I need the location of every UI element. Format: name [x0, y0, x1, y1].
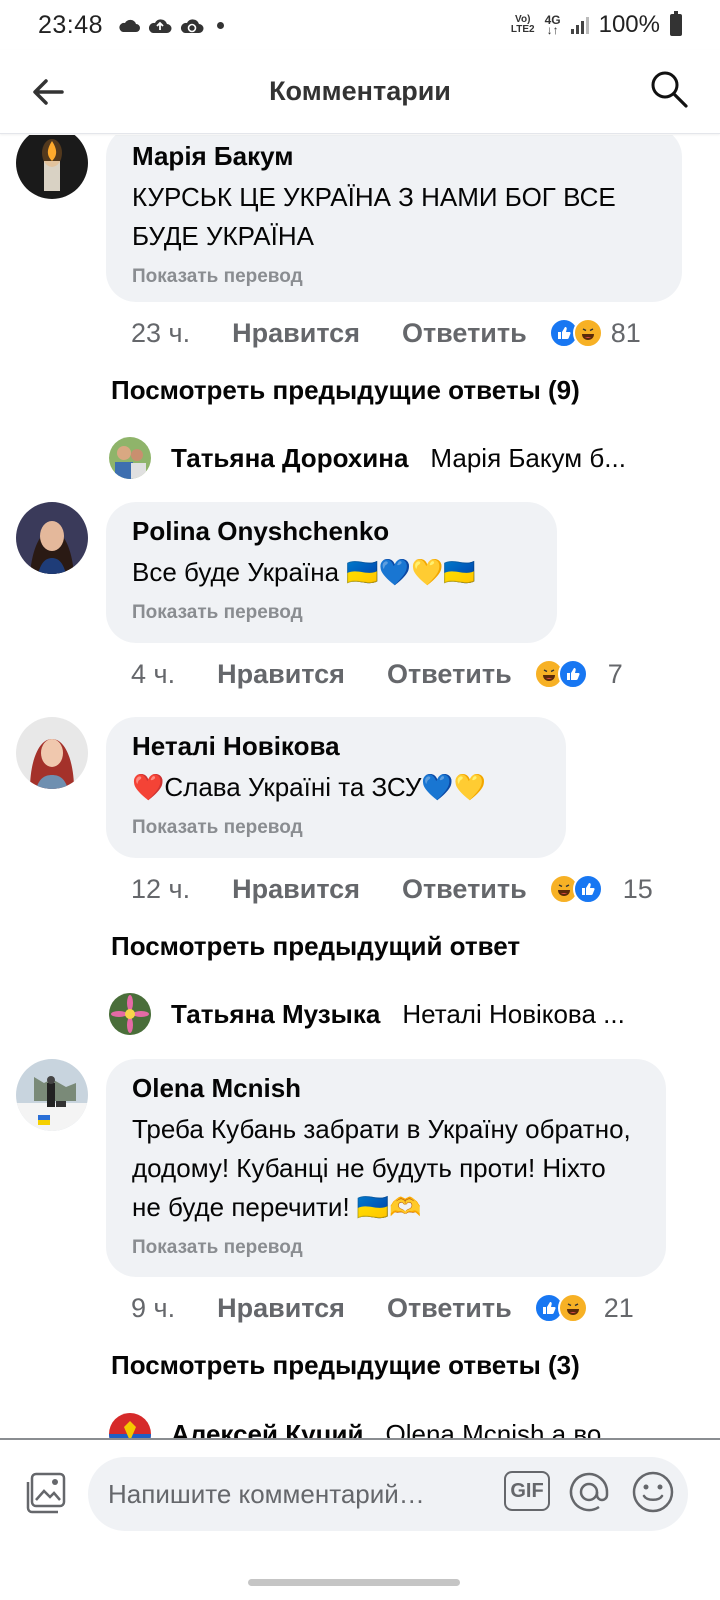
- comment-bubble[interactable]: Неталі Новікова ❤️Слава Україні та ЗСУ💙💛…: [106, 717, 566, 858]
- reactions-summary[interactable]: 21: [533, 1292, 634, 1324]
- top-app-bar: Комментарии: [0, 50, 720, 134]
- comment-input[interactable]: Напишите комментарий… GIF: [88, 1457, 688, 1531]
- haha-reaction-icon: [572, 318, 603, 348]
- avatar: [109, 1413, 151, 1440]
- avatar: [109, 993, 151, 1035]
- photo-gallery-icon[interactable]: [22, 1470, 68, 1516]
- comment-time: 4 ч.: [131, 658, 176, 689]
- battery-icon: [670, 11, 682, 36]
- reaction-count: 81: [610, 317, 641, 348]
- comment-text: Треба Кубань забрати в Україну обратно, …: [132, 1114, 631, 1222]
- show-translation-link[interactable]: Показать перевод: [132, 817, 540, 839]
- like-button[interactable]: Нравится: [217, 659, 345, 690]
- cloud-sync-icon: [180, 19, 204, 33]
- comment-text: Все буде Україна 🇺🇦💙💛🇺🇦: [132, 557, 476, 587]
- avatar: [109, 437, 151, 479]
- reply-author[interactable]: Алексей Куций: [171, 1419, 364, 1441]
- comment-bubble[interactable]: Марія Бакум КУРСЬК ЦЕ УКРАЇНА З НАМИ БОГ…: [106, 135, 682, 302]
- like-button[interactable]: Нравится: [232, 874, 360, 905]
- cloud-upload-icon: [148, 19, 172, 33]
- avatar[interactable]: [16, 1059, 88, 1131]
- reply-preview[interactable]: Татьяна Дорохина Марія Бакум б...: [109, 435, 679, 481]
- show-translation-link[interactable]: Показать перевод: [132, 602, 531, 624]
- reply-button[interactable]: Ответить: [402, 874, 527, 905]
- status-time: 23:48: [38, 10, 104, 39]
- like-reaction-icon: [557, 659, 588, 689]
- comment-author[interactable]: Марія Бакум: [132, 141, 656, 172]
- reply-preview[interactable]: Татьяна Музыка Неталі Новікова ...: [109, 991, 689, 1037]
- reply-preview[interactable]: Алексей Куций Olena Mcnish а во...: [109, 1411, 679, 1440]
- comment-author[interactable]: Olena Mcnish: [132, 1073, 640, 1104]
- reaction-count: 21: [603, 1292, 634, 1323]
- data-indicator: 4G ↓↑: [545, 14, 561, 37]
- reply-button[interactable]: Ответить: [402, 318, 527, 349]
- gif-label: GIF: [510, 1479, 544, 1502]
- mention-icon[interactable]: [566, 1469, 612, 1515]
- comment-actions: 4 ч. Нравится Ответить 7: [131, 654, 651, 694]
- page-title: Комментарии: [269, 76, 451, 106]
- comment-time: 23 ч.: [131, 317, 191, 348]
- show-translation-link[interactable]: Показать перевод: [132, 1237, 640, 1259]
- signal-icon: [570, 16, 589, 34]
- dot-icon: [217, 21, 225, 29]
- lte-label: LTE2: [510, 24, 535, 35]
- search-icon[interactable]: [648, 68, 690, 110]
- like-button[interactable]: Нравится: [217, 1293, 345, 1324]
- like-button[interactable]: Нравится: [232, 318, 360, 349]
- home-indicator[interactable]: [248, 1579, 460, 1586]
- view-previous-replies-link[interactable]: Посмотреть предыдущие ответы (3): [111, 1350, 580, 1381]
- status-notification-icons: [117, 16, 225, 34]
- reply-text: Неталі Новікова ...: [402, 998, 625, 1029]
- view-previous-replies-link[interactable]: Посмотреть предыдущие ответы (9): [111, 375, 580, 406]
- comment-bubble[interactable]: Polina Onyshchenko Все буде Україна 🇺🇦💙💛…: [106, 502, 557, 643]
- avatar[interactable]: [16, 135, 88, 199]
- comment-text: КУРСЬК ЦЕ УКРАЇНА З НАМИ БОГ ВСЕ БУДЕ УК…: [132, 182, 616, 251]
- gif-button[interactable]: GIF: [504, 1471, 550, 1511]
- comment-text: ❤️Слава Україні та ЗСУ💙💛: [132, 772, 487, 802]
- comment-time: 9 ч.: [131, 1292, 176, 1323]
- reply-text: Olena Mcnish а во...: [385, 1418, 624, 1441]
- comment-composer-bar: Напишите комментарий… GIF: [0, 1438, 720, 1548]
- status-bar: 23:48 Vo) LTE2 4G ↓↑ 100%: [0, 0, 720, 50]
- reply-author[interactable]: Татьяна Дорохина: [171, 443, 408, 474]
- emoji-icon[interactable]: [630, 1469, 676, 1515]
- comment-actions: 23 ч. Нравится Ответить 81: [131, 313, 671, 353]
- reaction-count: 15: [622, 873, 653, 904]
- reply-author[interactable]: Татьяна Музыка: [171, 999, 380, 1030]
- cloud-icon: [119, 19, 141, 32]
- reactions-summary[interactable]: 7: [533, 658, 623, 690]
- reply-text: Марія Бакум б...: [430, 442, 626, 473]
- battery-percent: 100%: [598, 11, 660, 38]
- comment-actions: 9 ч. Нравится Ответить 21: [131, 1288, 651, 1328]
- like-reaction-icon: [572, 874, 603, 904]
- comment-time: 12 ч.: [131, 873, 191, 904]
- reactions-summary[interactable]: 15: [548, 873, 653, 905]
- haha-reaction-icon: [557, 1293, 588, 1323]
- reply-button[interactable]: Ответить: [387, 1293, 512, 1324]
- comment-author[interactable]: Polina Onyshchenko: [132, 516, 531, 547]
- avatar[interactable]: [16, 502, 88, 574]
- comment-input-placeholder: Напишите комментарий…: [108, 1478, 425, 1509]
- data-arrows-icon: ↓↑: [546, 23, 559, 37]
- comment-author[interactable]: Неталі Новікова: [132, 731, 540, 762]
- reactions-summary[interactable]: 81: [548, 317, 641, 349]
- reaction-count: 7: [607, 658, 623, 689]
- comment-actions: 12 ч. Нравится Ответить 15: [131, 869, 671, 909]
- view-previous-reply-link[interactable]: Посмотреть предыдущий ответ: [111, 931, 520, 962]
- network-indicator: Vo) LTE2: [511, 15, 535, 35]
- avatar[interactable]: [16, 717, 88, 789]
- comment-bubble[interactable]: Olena Mcnish Треба Кубань забрати в Укра…: [106, 1059, 666, 1277]
- back-arrow-icon[interactable]: [28, 72, 68, 112]
- show-translation-link[interactable]: Показать перевод: [132, 266, 656, 288]
- reply-button[interactable]: Ответить: [387, 659, 512, 690]
- comments-list[interactable]: Марія Бакум КУРСЬК ЦЕ УКРАЇНА З НАМИ БОГ…: [0, 135, 720, 1440]
